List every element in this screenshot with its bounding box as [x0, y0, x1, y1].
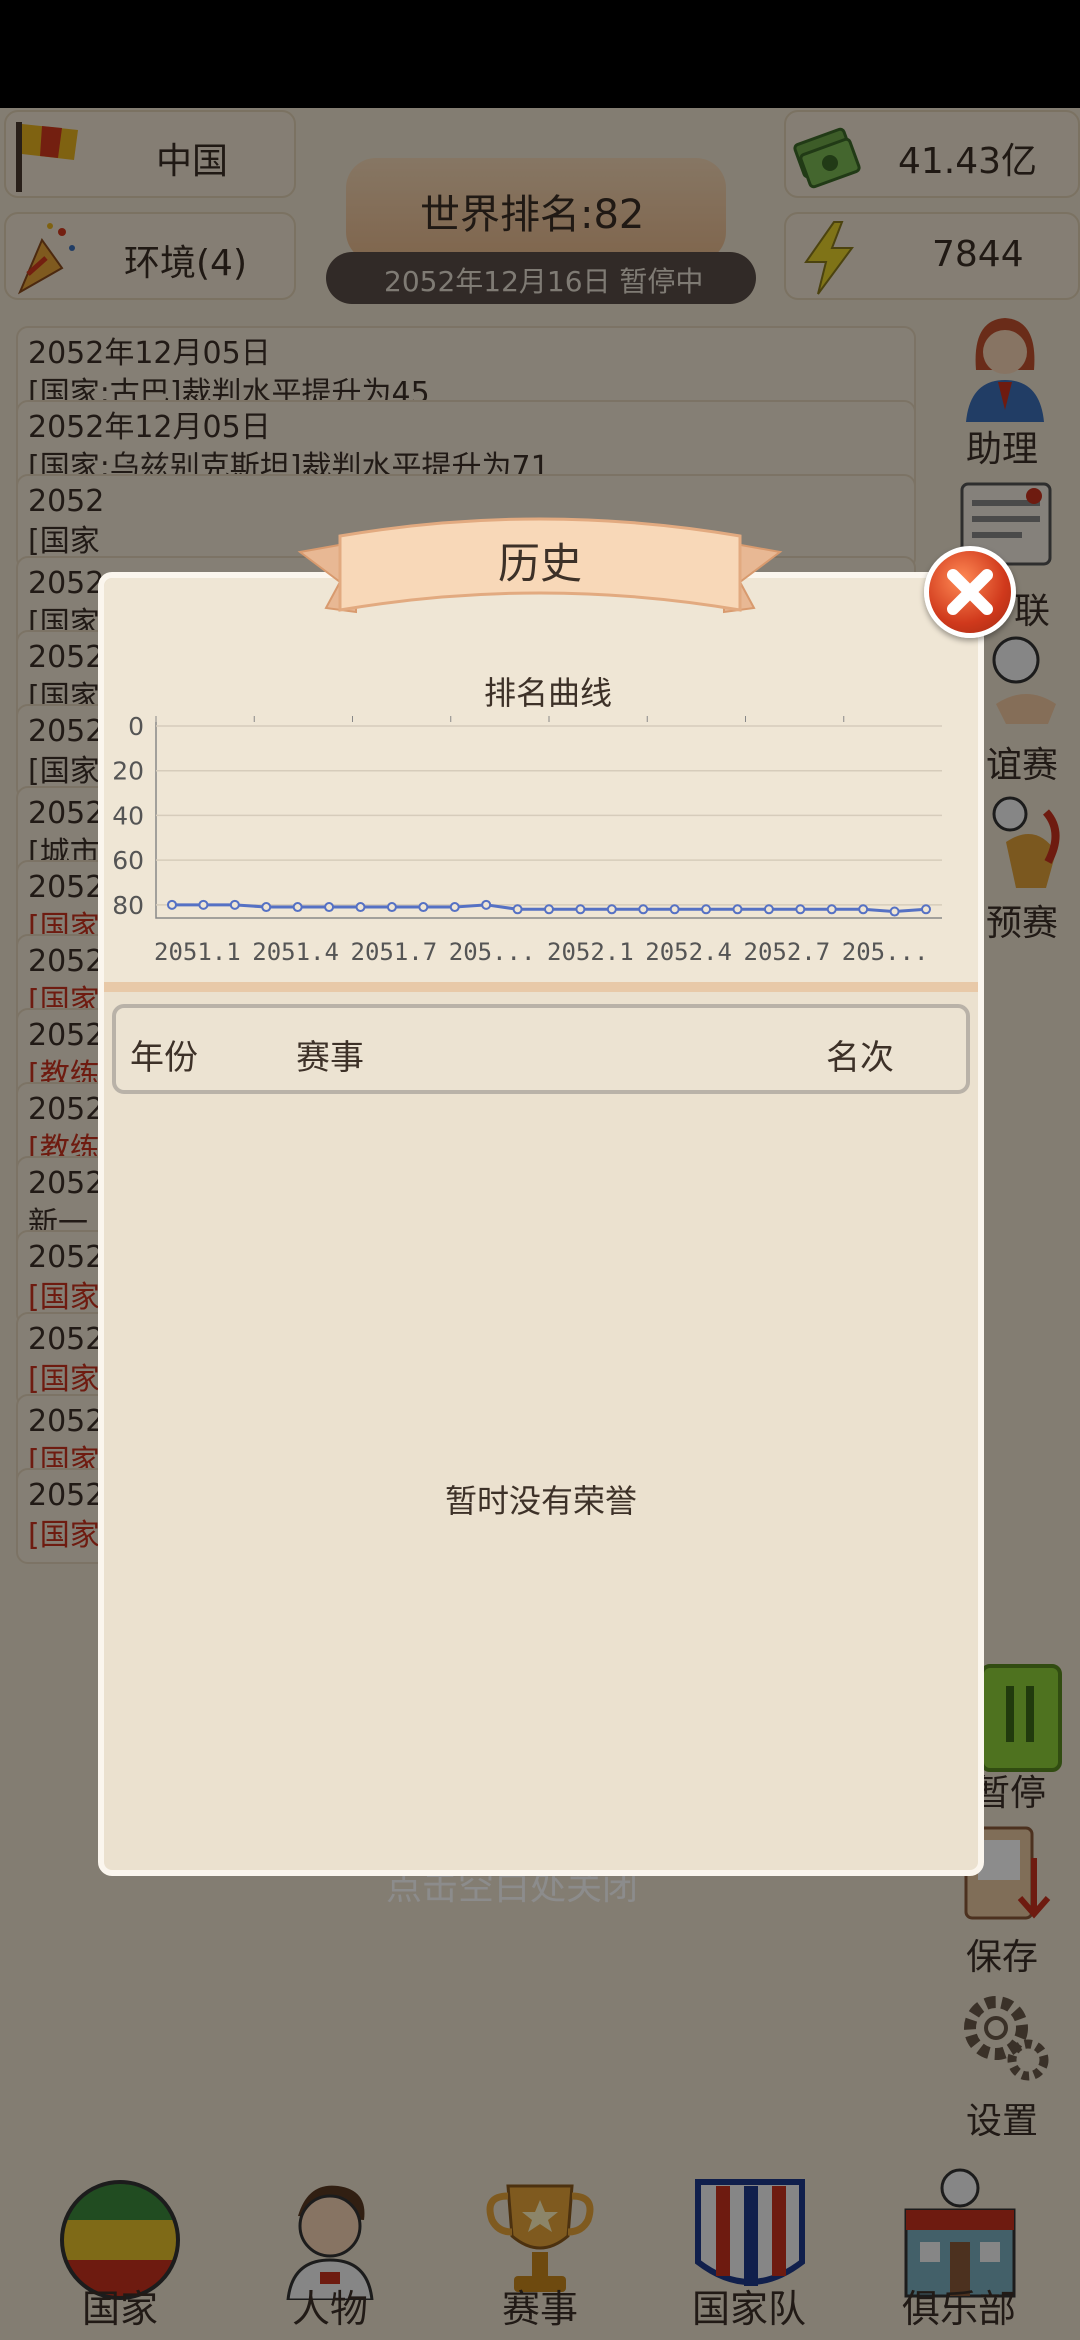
chart-point [763, 904, 774, 915]
chart-point [575, 904, 586, 915]
chart-x-tick-label: 2052.7 [744, 938, 831, 966]
chart-x-tick-label: 2052.4 [645, 938, 732, 966]
chart-x-tick-label: 205... [449, 938, 536, 966]
chart-x-tick-label: 2052.1 [547, 938, 634, 966]
chart-point [449, 902, 460, 913]
chart-y-tick-label: 20 [112, 757, 144, 786]
chart-y-tick-label: 0 [128, 712, 144, 741]
chart-point [669, 904, 680, 915]
chart-point [638, 904, 649, 915]
history-dialog: 排名曲线 0 20 40 60 80 2051.1 2051.4 2051.7 205... 2… [98, 572, 984, 1876]
chart-point [544, 904, 554, 915]
chart-y-tick-label: 40 [112, 801, 144, 830]
chart-point [418, 902, 429, 913]
honors-table-header: 年份 赛事 名次 [112, 1004, 970, 1094]
chart-divider [104, 982, 978, 992]
chart-point [386, 902, 397, 913]
col-event: 赛事 [296, 1038, 364, 1078]
col-rank: 名次 [826, 1038, 894, 1078]
chart-axis [155, 722, 942, 919]
chart-point [795, 904, 806, 915]
chart-point [858, 904, 869, 915]
chart-y-tick-label: 60 [112, 846, 144, 875]
chart-x-tick-label: 205... [842, 938, 929, 966]
chart-point [355, 902, 366, 913]
close-icon [947, 569, 993, 615]
chart-point [732, 904, 743, 915]
chart-point [826, 904, 837, 915]
chart-point [921, 904, 931, 915]
chart-point [167, 899, 177, 910]
chart-point [292, 902, 303, 913]
chart-x-tick-label: 2051.1 [154, 938, 241, 966]
chart-x-tick-label: 2051.7 [351, 938, 438, 966]
chart-point [229, 899, 240, 910]
chart-point [606, 904, 617, 915]
chart-point [198, 899, 209, 910]
chart-point [261, 902, 272, 913]
chart-point [324, 902, 335, 913]
col-year: 年份 [130, 1038, 198, 1078]
chart-point [512, 904, 523, 915]
chart-x-tick-label: 2051.4 [252, 938, 339, 966]
chart-y-tick-label: 80 [112, 891, 144, 920]
chart-title: 排名曲线 [484, 674, 612, 712]
chart-point [701, 904, 712, 915]
chart-point [889, 906, 900, 917]
empty-honors-message: 暂时没有荣誉 [444, 1482, 637, 1520]
chart-point [481, 899, 492, 910]
dialog-title: 历史 [497, 539, 582, 588]
close-button[interactable] [924, 546, 1016, 638]
